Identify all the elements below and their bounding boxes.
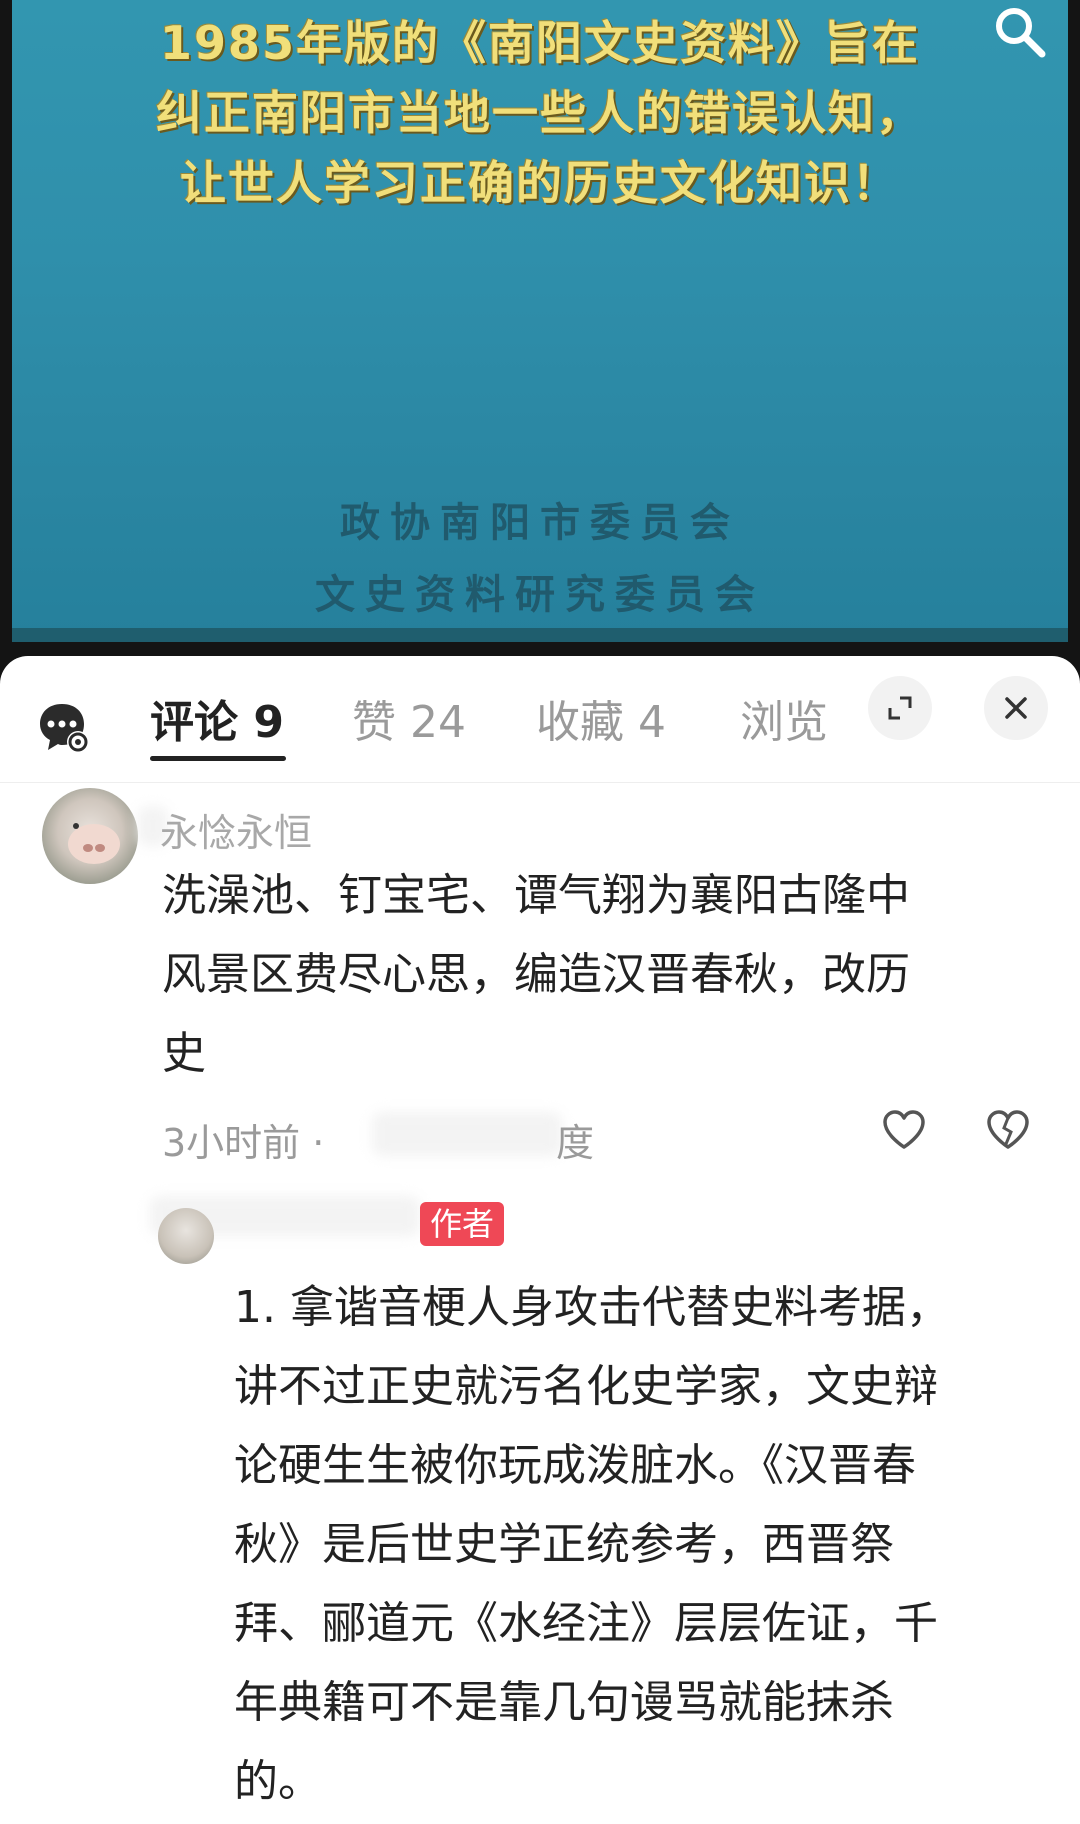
chat-settings-icon[interactable] <box>36 700 92 756</box>
active-tab-indicator <box>150 756 286 761</box>
comment-location: 度 <box>556 1121 595 1165</box>
comment-line: 洗澡池、钉宝宅、谭气翔为襄阳古隆中 <box>162 870 910 921</box>
book-cover-line-2: 文史资料研究委员会 <box>315 571 765 618</box>
overlay-line-2: 纠正南阳市当地一些人的错误认知， <box>156 86 924 140</box>
comment-text: 洗澡池、钉宝宅、谭气翔为襄阳古隆中 风景区费尽心思，编造汉晋春秋，改历 史 <box>162 856 1042 1093</box>
author-badge: 作者 <box>420 1202 505 1246</box>
video-frame-edge <box>12 628 1068 642</box>
close-icon <box>1005 697 1027 719</box>
reply-line: 论硬生生被你玩成泼脏水。《汉晋春 <box>234 1440 916 1491</box>
expand-icon <box>888 696 912 720</box>
book-cover-line-1: 政协南阳市委员会 <box>340 499 740 546</box>
reply-line: 的。 <box>234 1756 322 1807</box>
comment-line: 风景区费尽心思，编造汉晋春秋，改历 <box>162 949 910 1000</box>
tab-comments[interactable]: 评论 9 <box>150 686 284 750</box>
comment-username[interactable]: 永惗永恒 <box>160 802 312 857</box>
tab-views[interactable]: 浏览 <box>740 686 828 750</box>
avatar[interactable] <box>42 788 138 884</box>
close-button[interactable] <box>984 676 1048 740</box>
reply-line: 1. 拿谐音梗人身攻击代替史料考据， <box>234 1282 950 1333</box>
tab-likes[interactable]: 赞 24 <box>352 686 466 750</box>
reply-avatar[interactable] <box>158 1208 214 1264</box>
reply-text: 1. 拿谐音梗人身攻击代替史料考据， 讲不过正史就污名化史学家，文史辩 论硬生生… <box>234 1268 1044 1821</box>
reply-line: 讲不过正史就污名化史学家，文史辩 <box>234 1361 938 1412</box>
video-player[interactable]: 1985年版的《南阳文史资料》旨在 纠正南阳市当地一些人的错误认知， 让世人学习… <box>0 0 1080 700</box>
tab-bar: 评论 9 赞 24 收藏 4 浏览 <box>0 656 1080 783</box>
reply-line: 秋》是后世史学正统参考，西晋祭 <box>234 1519 894 1570</box>
overlay-line-1: 1985年版的《南阳文史资料》旨在 <box>159 16 921 70</box>
reply-line: 年典籍可不是靠几句谩骂就能抹杀 <box>234 1677 894 1728</box>
broken-heart-icon[interactable] <box>984 1106 1032 1154</box>
comment-line: 史 <box>162 1028 206 1079</box>
expand-button[interactable] <box>868 676 932 740</box>
search-icon[interactable] <box>990 2 1050 62</box>
comment-sheet: 评论 9 赞 24 收藏 4 浏览 永惗永恒 洗澡池、钉宝宅、谭气翔为襄阳古隆中… <box>0 656 1080 1824</box>
reply-line: 拜、郦道元《水经注》层层佐证，千 <box>234 1598 938 1649</box>
heart-icon[interactable] <box>880 1106 928 1154</box>
comment-time: 3小时前 · <box>162 1121 325 1165</box>
redacted-region <box>372 1112 562 1156</box>
tab-favorites[interactable]: 收藏 4 <box>536 686 666 750</box>
overlay-line-3: 让世人学习正确的历史文化知识！ <box>180 156 900 210</box>
